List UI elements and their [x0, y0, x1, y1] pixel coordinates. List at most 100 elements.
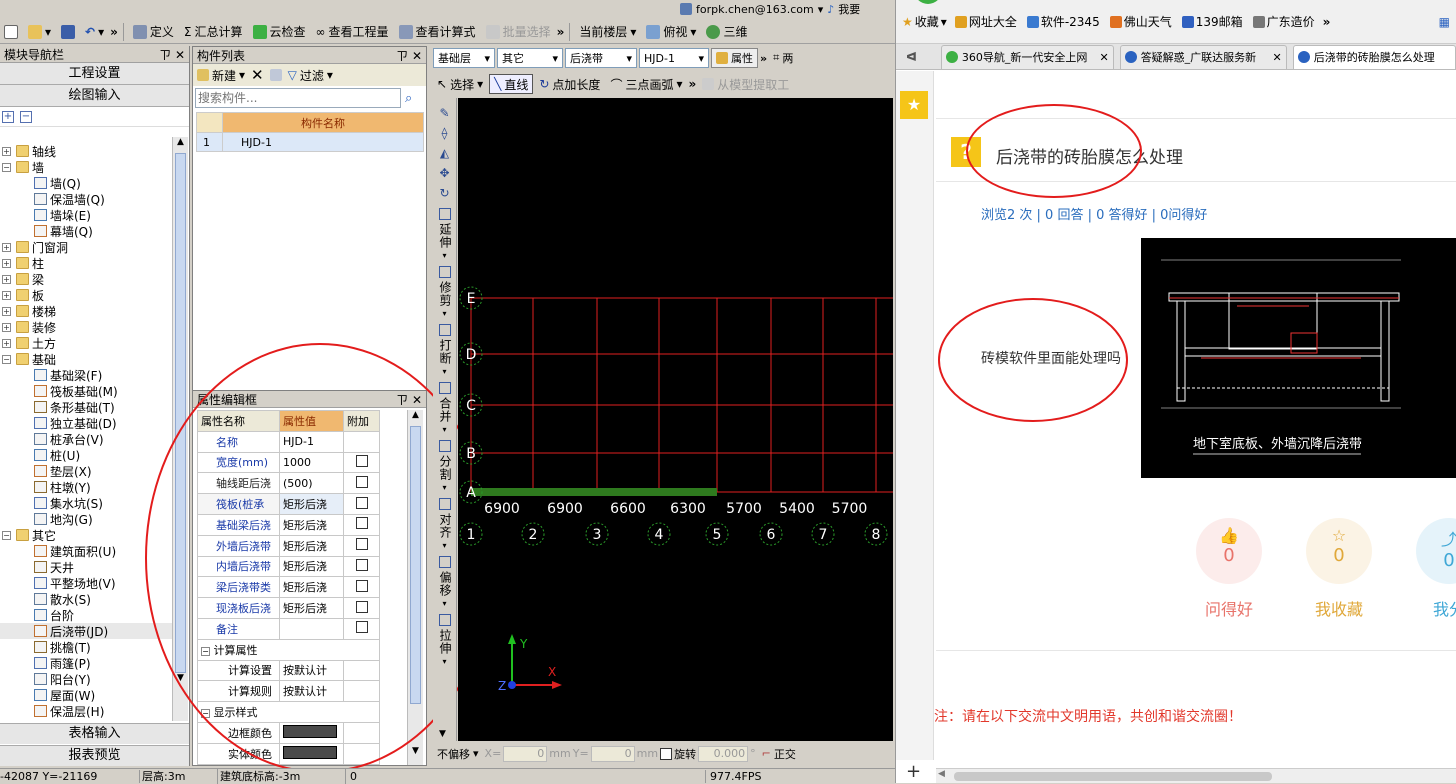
back-icon[interactable]: ᐊ [906, 50, 917, 64]
expand-icon[interactable]: + [2, 290, 11, 300]
expand-icon[interactable]: + [2, 242, 11, 252]
action-star-outline-button[interactable]: ☆ 0 [1306, 518, 1372, 584]
pin-icon[interactable]: ㄗ [159, 48, 171, 62]
toolbar-overflow-icon-4[interactable]: » [689, 77, 697, 91]
vertical-tool[interactable]: 对齐 ▾ [432, 498, 458, 552]
report-preview-button[interactable]: 报表预览 [0, 745, 189, 766]
tree-item[interactable]: − 墙 [0, 159, 172, 175]
bell-icon[interactable]: ♪ [827, 3, 834, 16]
tree-item[interactable]: + 楼梯 [0, 303, 172, 319]
y-input[interactable]: 0 [590, 745, 635, 762]
bookmark-link[interactable]: 139邮箱 [1181, 13, 1243, 30]
plus-icon[interactable]: + [906, 761, 921, 782]
bookmark-overflow-icon[interactable]: » [1323, 15, 1331, 29]
view-quantity-button[interactable]: ∞ 查看工程量 [312, 22, 393, 42]
properties-button[interactable]: 属性 [711, 48, 758, 68]
collapse-icon[interactable]: − [2, 354, 11, 364]
action-thumb-up-button[interactable]: 👍 0 [1196, 518, 1262, 584]
vertical-tool[interactable]: 偏移 ▾ [432, 556, 458, 610]
rotate-checkbox[interactable] [660, 747, 673, 760]
triangle-icon[interactable]: ◭ [440, 146, 449, 160]
tree-item[interactable]: 阳台(Y) [0, 671, 172, 687]
vertical-tool[interactable]: 分割 ▾ [432, 440, 458, 494]
apps-icon[interactable]: ▦ [1439, 15, 1450, 29]
line-button[interactable]: ╲ 直线 [489, 74, 534, 94]
tree-item[interactable]: 保温墙(Q) [0, 191, 172, 207]
tree-item[interactable]: 柱墩(Y) [0, 479, 172, 495]
drawing-input-button[interactable]: 绘图输入 [0, 85, 189, 107]
define-button[interactable]: 定义 [129, 22, 178, 42]
view-formula-button[interactable]: 查看计算式 [395, 22, 480, 42]
tree-item[interactable]: 散水(S) [0, 591, 172, 607]
expand-icon[interactable]: + [2, 322, 11, 332]
tree-item[interactable]: 筏板基础(M) [0, 383, 172, 399]
component-search-input[interactable] [195, 88, 401, 108]
undo-button[interactable]: ↶ ▾ [81, 22, 108, 42]
expand-icon[interactable]: + [2, 274, 11, 284]
vertical-tool[interactable]: 修剪 ▾ [432, 266, 458, 320]
browser-h-scroll-thumb[interactable] [954, 772, 1272, 781]
vertical-tool[interactable]: 拉伸 ▾ [432, 614, 458, 668]
open-file-button[interactable]: ▾ [24, 22, 55, 42]
move-icon[interactable]: ✥ [439, 166, 449, 180]
tree-item[interactable]: 幕墙(Q) [0, 223, 172, 239]
top-view-button[interactable]: 俯视 ▾ [642, 22, 700, 42]
tree-item[interactable]: 墙(Q) [0, 175, 172, 191]
3d-button[interactable]: 三维 [702, 22, 751, 42]
vertical-tool[interactable]: 合并 ▾ [432, 382, 458, 436]
browser-tab[interactable]: 答疑解惑_广联达服务新 ✕ [1119, 44, 1287, 69]
tree-item[interactable]: 雨篷(P) [0, 655, 172, 671]
copy-icon[interactable] [269, 69, 282, 81]
tree-item[interactable]: + 柱 [0, 255, 172, 271]
tree-item[interactable]: + 梁 [0, 271, 172, 287]
search-icon[interactable]: ⌕ [405, 91, 412, 106]
rotate-input[interactable]: 0.000 [698, 745, 749, 762]
tree-item[interactable]: 屋面(W) [0, 687, 172, 703]
tree-item[interactable]: 条形基础(T) [0, 399, 172, 415]
action-share-button[interactable]: ⤴ 0 [1416, 518, 1456, 584]
expand-icon[interactable]: + [2, 306, 11, 316]
cad-canvas[interactable]: EDCBA69006900660063005700540057005123456… [458, 98, 893, 741]
point-length-button[interactable]: ↻ 点加长度 [535, 74, 604, 94]
component-type-dropdown[interactable]: 后浇带 ▾ [565, 48, 637, 68]
close-tab-icon[interactable]: ✕ [1273, 51, 1282, 64]
x-input[interactable]: 0 [503, 745, 548, 762]
bookmark-star-icon[interactable]: ★ [900, 91, 928, 119]
tree-item[interactable]: 栏板(K) [0, 719, 172, 722]
save-button[interactable] [57, 22, 79, 42]
close-icon[interactable]: ✕ [175, 48, 185, 62]
new-file-button[interactable] [0, 22, 22, 42]
ortho-button[interactable]: ⌐ 正交 [758, 744, 800, 764]
collapse-icon[interactable]: − [2, 162, 11, 172]
bookmark-link[interactable]: 广东造价 [1252, 13, 1315, 30]
vertical-tool[interactable]: 打断 ▾ [432, 324, 458, 378]
tree-item[interactable]: 垫层(X) [0, 463, 172, 479]
browser-tab[interactable]: 360导航_新一代安全上网 ✕ [940, 44, 1114, 69]
pin-icon[interactable]: ㄗ [396, 49, 408, 63]
expand-icon[interactable]: + [2, 258, 11, 268]
expand-icon[interactable]: + [2, 338, 11, 348]
tree-item[interactable]: + 门窗洞 [0, 239, 172, 255]
close-tab-icon[interactable]: ✕ [1099, 51, 1108, 64]
component-dropdown[interactable]: HJD-1 ▾ [639, 48, 709, 68]
browser-h-scrollbar[interactable]: ◀ [936, 768, 1456, 783]
extract-from-model-button[interactable]: 从模型提取工 [698, 74, 793, 94]
tree-item[interactable]: 桩(U) [0, 447, 172, 463]
offset-mode-dropdown[interactable]: 不偏移 ▾ [433, 744, 483, 764]
tree-item[interactable]: 墙垛(E) [0, 207, 172, 223]
vertical-tool[interactable]: 延伸 ▾ [432, 208, 458, 262]
tree-item[interactable]: + 装修 [0, 319, 172, 335]
collapse-all-icon[interactable]: − [20, 110, 32, 123]
favorites-button[interactable]: ★ 收藏 ▾ [902, 13, 947, 30]
table-row[interactable]: 1 HJD-1 [196, 132, 424, 152]
table-input-button[interactable]: 表格输入 [0, 723, 189, 744]
filter-button[interactable]: ▽ 过滤 ▾ [288, 65, 333, 85]
pen-icon[interactable]: ✎ [439, 106, 449, 120]
tree-item[interactable]: 独立基础(D) [0, 415, 172, 431]
toolbar-overflow-icon-2[interactable]: » [557, 25, 565, 39]
project-settings-button[interactable]: 工程设置 [0, 63, 189, 85]
category-dropdown[interactable]: 其它 ▾ [497, 48, 563, 68]
floor-type-dropdown[interactable]: 基础层 ▾ [433, 48, 495, 68]
select-button[interactable]: ↖ 选择 ▾ [433, 74, 487, 94]
account-email[interactable]: forpk.chen@163.com [696, 3, 814, 16]
